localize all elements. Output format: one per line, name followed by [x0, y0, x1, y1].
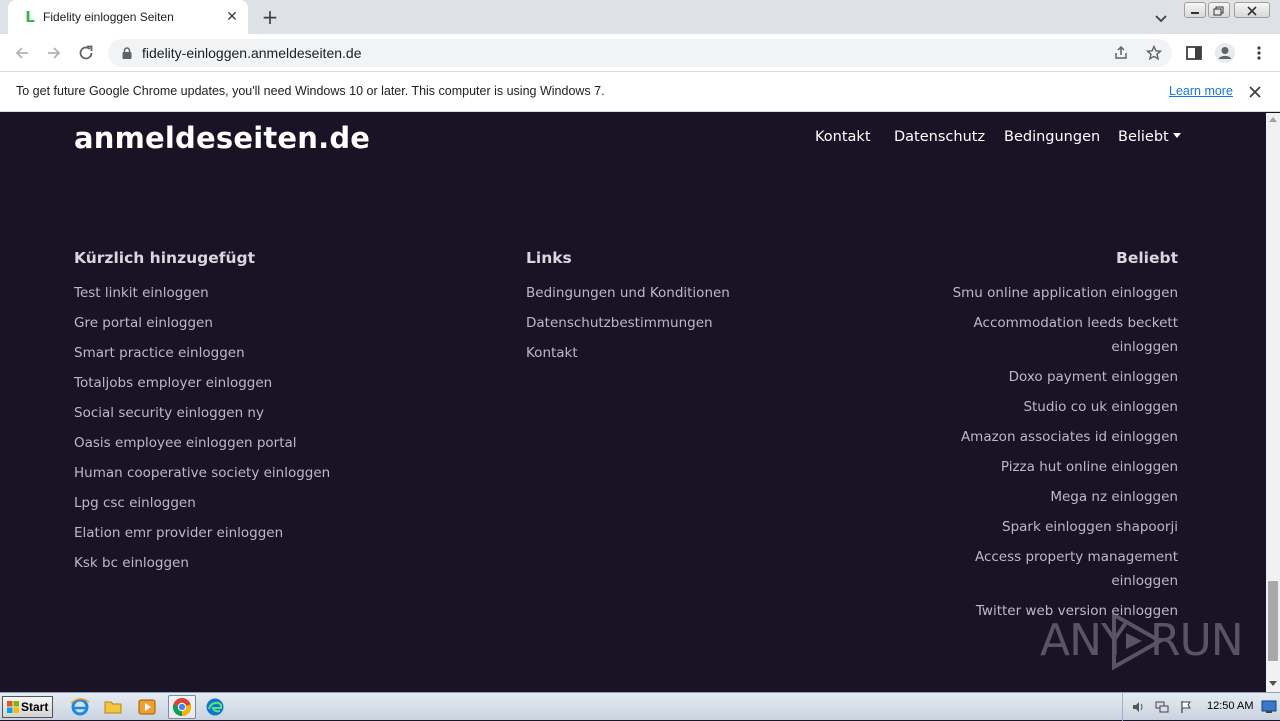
side-panel-icon[interactable] [1185, 44, 1203, 62]
popular-link[interactable]: Access property management einloggen [938, 545, 1178, 593]
page-viewport: anmeldeseiten.de Kontakt Datenschutz Bed… [0, 113, 1266, 692]
chrome-icon [172, 698, 192, 717]
popular-link[interactable]: Studio co uk einloggen [938, 395, 1178, 419]
popular-list: Smu online application einloggen Accommo… [938, 281, 1178, 629]
nav-kontakt[interactable]: Kontakt [815, 129, 871, 145]
tab-strip: L Fidelity einloggen Seiten ✕ + [0, 0, 1280, 34]
recent-link[interactable]: Ksk bc einloggen [74, 551, 330, 575]
update-infobar: To get future Google Chrome updates, you… [0, 72, 1280, 112]
nav-datenschutz[interactable]: Datenschutz [894, 129, 985, 145]
volume-icon[interactable] [1131, 700, 1145, 714]
active-tab[interactable]: L Fidelity einloggen Seiten ✕ [8, 0, 248, 34]
site-logo[interactable]: anmeldeseiten.de [74, 121, 370, 155]
recent-link[interactable]: Smart practice einloggen [74, 341, 330, 365]
scroll-down-arrow-icon[interactable] [1269, 681, 1277, 686]
recent-link[interactable]: Human cooperative society einloggen [74, 461, 330, 485]
back-arrow-icon[interactable] [12, 43, 32, 63]
file-explorer-folder-icon[interactable] [103, 697, 123, 717]
tab-search-chevron-icon[interactable] [1151, 8, 1171, 28]
internet-explorer-icon[interactable] [70, 697, 90, 717]
recent-link[interactable]: Lpg csc einloggen [74, 491, 330, 515]
popular-link[interactable]: Pizza hut online einloggen [938, 455, 1178, 479]
chrome-taskbar-button[interactable] [168, 695, 196, 719]
taskbar-clock[interactable]: 12:50 AM [1207, 700, 1253, 712]
caret-down-icon [1172, 133, 1181, 138]
close-icon [1247, 6, 1257, 16]
footer-link-contact[interactable]: Kontakt [526, 341, 730, 365]
recent-heading: Kürzlich hinzugefügt [74, 249, 256, 267]
window-minimize-button[interactable] [1184, 2, 1206, 18]
action-center-flag-icon[interactable] [1179, 700, 1193, 714]
windows-logo-icon [7, 701, 19, 713]
start-label: Start [21, 700, 49, 714]
popular-link[interactable]: Smu online application einloggen [938, 281, 1178, 305]
bookmark-star-icon[interactable] [1146, 45, 1162, 61]
window-restore-button[interactable] [1208, 2, 1230, 18]
reload-icon[interactable] [76, 43, 96, 63]
url-text[interactable]: fidelity-einloggen.anmeldeseiten.de [142, 45, 361, 61]
anyrun-watermark: ANY RUN [1040, 611, 1244, 671]
recent-link[interactable]: Test linkit einloggen [74, 281, 330, 305]
site-favicon-icon: L [25, 8, 35, 26]
window-close-button[interactable] [1234, 2, 1270, 18]
windows-taskbar: Start 12:50 AM [0, 692, 1280, 721]
minimize-icon [1191, 12, 1199, 14]
scroll-up-arrow-icon[interactable] [1269, 117, 1277, 122]
nav-beliebt-dropdown[interactable]: Beliebt [1118, 129, 1181, 145]
infobar-message: To get future Google Chrome updates, you… [16, 84, 605, 98]
tab-title: Fidelity einloggen Seiten [43, 10, 174, 24]
network-icon[interactable] [1155, 700, 1169, 714]
recent-link[interactable]: Totaljobs employer einloggen [74, 371, 330, 395]
share-icon[interactable] [1113, 45, 1129, 61]
popular-link[interactable]: Mega nz einloggen [938, 485, 1178, 509]
tab-close-icon[interactable]: ✕ [224, 9, 240, 25]
browser-toolbar: fidelity-einloggen.anmeldeseiten.de [0, 34, 1280, 72]
edge-browser-icon[interactable] [205, 697, 225, 717]
kebab-menu-icon[interactable] [1250, 44, 1268, 62]
popular-heading: Beliebt [1116, 249, 1178, 267]
popular-link[interactable]: Doxo payment einloggen [938, 365, 1178, 389]
recent-link[interactable]: Oasis employee einloggen portal [74, 431, 330, 455]
profile-avatar-icon[interactable] [1214, 42, 1236, 64]
scroll-thumb[interactable] [1268, 581, 1278, 661]
lock-icon[interactable] [120, 46, 134, 60]
start-button[interactable]: Start [2, 696, 53, 718]
recent-link[interactable]: Elation emr provider einloggen [74, 521, 330, 545]
recent-link[interactable]: Social security einloggen ny [74, 401, 330, 425]
system-tray: 12:50 AM [1122, 693, 1280, 721]
learn-more-link[interactable]: Learn more [1169, 84, 1233, 98]
watermark-right-text: RUN [1150, 615, 1244, 666]
popular-link[interactable]: Amazon associates id einloggen [938, 425, 1178, 449]
footer-link-privacy[interactable]: Datenschutzbestimmungen [526, 311, 730, 335]
show-desktop-icon[interactable] [1261, 700, 1277, 714]
popular-link[interactable]: Spark einloggen shapoorji [938, 515, 1178, 539]
nav-bedingungen[interactable]: Bedingungen [1004, 129, 1100, 145]
footer-link-terms[interactable]: Bedingungen und Konditionen [526, 281, 730, 305]
popular-link[interactable]: Accommodation leeds beckett einloggen [938, 311, 1178, 359]
new-tab-button[interactable]: + [259, 6, 281, 28]
page-scrollbar[interactable] [1266, 113, 1280, 692]
links-list: Bedingungen und Konditionen Datenschutzb… [526, 281, 730, 371]
links-heading: Links [526, 249, 572, 267]
forward-arrow-icon[interactable] [44, 43, 64, 63]
recent-link[interactable]: Gre portal einloggen [74, 311, 330, 335]
address-bar[interactable]: fidelity-einloggen.anmeldeseiten.de [108, 39, 1172, 67]
nav-beliebt-label: Beliebt [1118, 129, 1169, 145]
recent-list: Test linkit einloggen Gre portal einlogg… [74, 281, 330, 581]
restore-icon [1213, 6, 1224, 16]
infobar-close-icon[interactable] [1248, 85, 1262, 99]
media-player-icon[interactable] [137, 697, 157, 717]
